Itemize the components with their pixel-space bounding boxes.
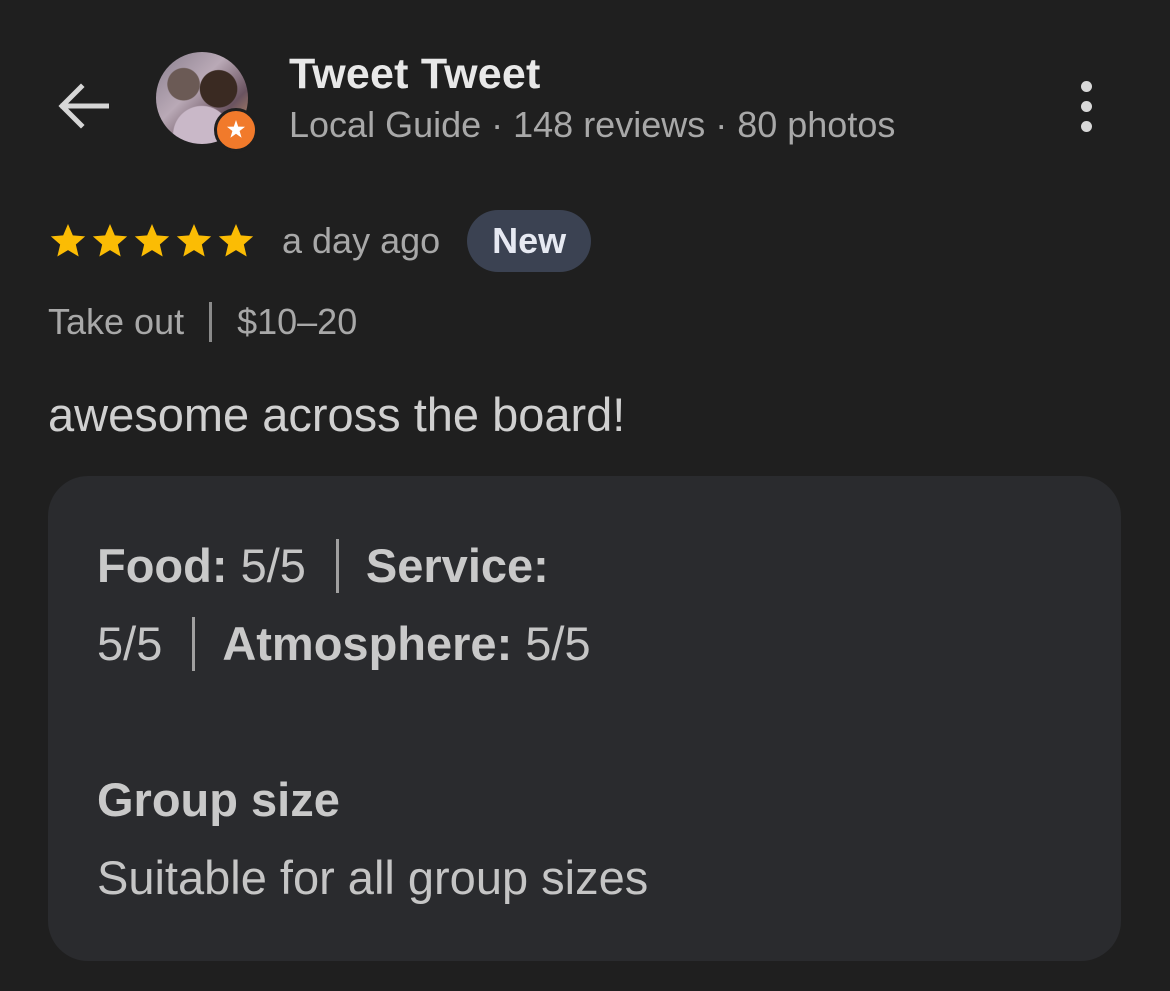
user-meta: Local Guide · 148 reviews · 80 photos bbox=[289, 104, 896, 145]
rating-row: a day ago New bbox=[48, 210, 592, 272]
price-range: $10–20 bbox=[237, 301, 358, 342]
ratings-line-2: 5/5 Atmosphere: 5/5 bbox=[97, 616, 591, 671]
star-rating bbox=[48, 221, 258, 261]
review-time: a day ago bbox=[282, 220, 441, 261]
ratings-card: Food: 5/5 Service: 5/5 Atmosphere: 5/5 G… bbox=[48, 476, 1121, 961]
more-vertical-icon-dot bbox=[1080, 120, 1092, 132]
new-badge: New bbox=[467, 210, 592, 272]
service-label: Service: bbox=[365, 539, 549, 592]
local-guide-badge-icon bbox=[214, 108, 258, 152]
atmosphere-value: 5/5 bbox=[525, 617, 591, 670]
review-header: Tweet Tweet Local Guide · 148 reviews · … bbox=[0, 0, 1170, 200]
star-icon bbox=[92, 224, 128, 257]
more-options-button[interactable] bbox=[1060, 74, 1112, 138]
food-value: 5/5 bbox=[240, 539, 306, 592]
atmosphere-label: Atmosphere: bbox=[222, 617, 513, 670]
local-guide-star-icon bbox=[227, 120, 245, 138]
group-size-title: Group size bbox=[97, 773, 340, 826]
star-icon bbox=[134, 224, 170, 257]
ratings-line-1: Food: 5/5 Service: bbox=[97, 538, 549, 593]
divider bbox=[192, 616, 196, 671]
user-name[interactable]: Tweet Tweet bbox=[289, 50, 541, 99]
back-button[interactable] bbox=[52, 78, 114, 134]
review-attributes: Take out $10–20 bbox=[48, 301, 357, 343]
divider bbox=[335, 538, 339, 593]
user-avatar[interactable] bbox=[156, 52, 258, 152]
food-label: Food: bbox=[97, 539, 228, 592]
service-type: Take out bbox=[48, 301, 185, 342]
review-text: awesome across the board! bbox=[48, 388, 626, 441]
divider bbox=[209, 302, 213, 342]
more-vertical-icon bbox=[1080, 80, 1092, 92]
star-icon bbox=[176, 224, 212, 257]
more-vertical-icon-dot bbox=[1080, 100, 1092, 112]
arrow-back-icon bbox=[58, 83, 109, 129]
group-size-value: Suitable for all group sizes bbox=[97, 851, 649, 904]
service-value: 5/5 bbox=[97, 617, 163, 670]
star-icon bbox=[218, 224, 254, 257]
star-icon bbox=[50, 224, 86, 257]
